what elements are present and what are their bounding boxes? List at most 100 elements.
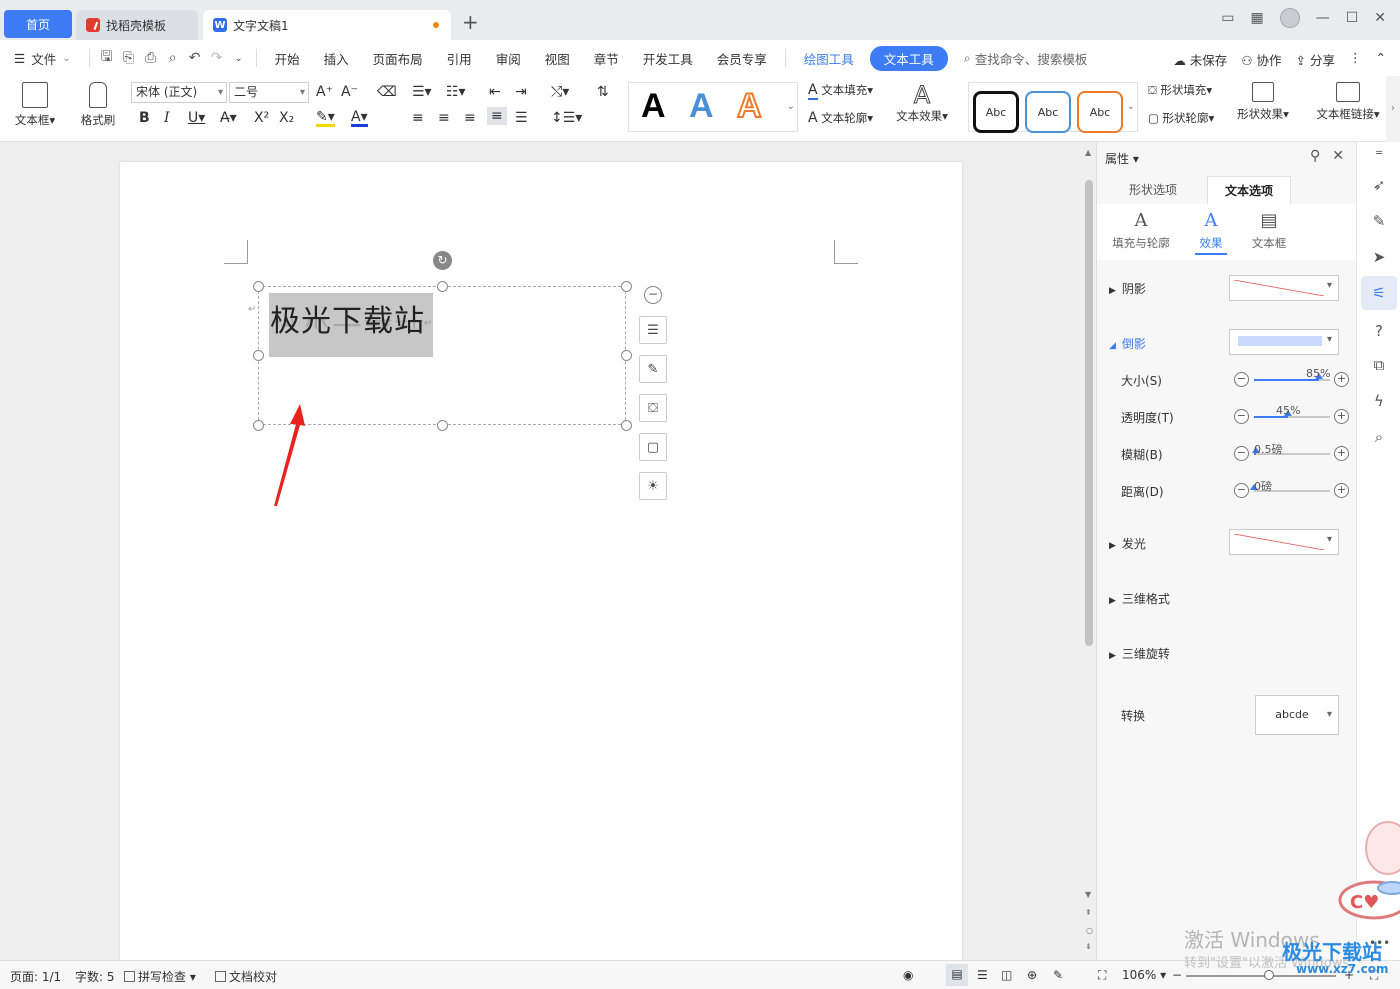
text-effect-button[interactable]: A 文本效果▾ (893, 82, 951, 124)
print-icon[interactable]: ⎙ (140, 50, 162, 66)
shape-outline-button[interactable]: ▢ 形状轮廓▾ (1148, 110, 1214, 126)
resize-handle-nw[interactable] (253, 281, 264, 292)
select-cursor-icon[interactable]: ➤ (1369, 248, 1389, 268)
distribute-icon[interactable]: ☰ (515, 110, 528, 126)
highlight-icon[interactable]: ✎▾ (316, 110, 335, 127)
menu-chapter[interactable]: 章节 (582, 49, 631, 68)
section-3d-rotation[interactable]: ▶ 三维旋转 (1109, 645, 1170, 662)
resize-handle-w[interactable] (253, 350, 264, 361)
zoom-out-button[interactable]: − (1172, 968, 1182, 982)
document-page[interactable] (120, 162, 962, 962)
undo-icon[interactable]: ↶ (184, 50, 206, 66)
subtab-fill-outline[interactable]: A 填充与轮廓 (1109, 210, 1173, 251)
strikethrough-icon[interactable]: A̶▾ (220, 110, 237, 126)
smart-form-icon[interactable]: ⧉ (1369, 356, 1389, 376)
font-name-select[interactable]: 宋体 (正文) (131, 82, 227, 103)
font-color-icon[interactable]: A▾ (351, 110, 368, 127)
more-icon[interactable]: ⋮ (1349, 50, 1362, 69)
collapse-toolbar-icon[interactable]: − (644, 286, 662, 304)
rotate-handle-icon[interactable]: ↻ (433, 251, 452, 270)
bold-icon[interactable]: B (139, 110, 150, 126)
page-indicator[interactable]: 页面: 1/1 (10, 968, 61, 985)
subtab-textbox[interactable]: ▤ 文本框 (1247, 210, 1291, 251)
tab-home[interactable]: 首页 (4, 10, 72, 38)
textbox-link-button[interactable]: 文本框链接▾ (1312, 82, 1384, 122)
menu-review[interactable]: 审阅 (484, 49, 533, 68)
close-icon[interactable]: ✕ (1332, 148, 1344, 164)
size-increase-button[interactable]: + (1334, 372, 1349, 387)
decrease-indent-icon[interactable]: ⇤ (489, 84, 501, 100)
pen-style-icon[interactable]: ✎ (639, 355, 667, 383)
subtab-effect[interactable]: A 效果 (1195, 210, 1227, 255)
grow-font-icon[interactable]: A⁺ (316, 84, 333, 100)
smart-tip-icon[interactable]: ☀ (639, 472, 667, 500)
menu-start[interactable]: 开始 (263, 49, 312, 68)
customize-dropdown-icon[interactable]: ⌄ (228, 53, 250, 64)
textbox-button[interactable]: 文本框▾ (10, 82, 60, 128)
outline-view-icon[interactable]: ☰ (977, 968, 988, 982)
subscript-icon[interactable]: X₂ (279, 110, 294, 126)
wordart-style-orange-outline[interactable]: A (736, 86, 763, 126)
avatar[interactable] (1279, 8, 1300, 28)
size-decrease-button[interactable]: − (1234, 372, 1249, 387)
wordart-more-icon[interactable]: ⌄ (787, 101, 795, 112)
sort-icon[interactable]: ⇅ (597, 84, 609, 100)
resize-handle-se[interactable] (621, 420, 632, 431)
resize-handle-s[interactable] (437, 420, 448, 431)
apps-grid-icon[interactable]: ▦ (1250, 10, 1263, 26)
menu-member[interactable]: 会员专享 (705, 49, 779, 68)
share-button[interactable]: ⇪ 分享 (1296, 50, 1335, 69)
menu-reference[interactable]: 引用 (435, 49, 484, 68)
blur-slider[interactable]: 0.5磅 (1252, 443, 1330, 456)
line-spacing-icon[interactable]: ↕☰▾ (551, 110, 582, 126)
fill-bucket-icon[interactable]: ⛋ (639, 394, 667, 422)
shape-style-black[interactable]: Abc (973, 91, 1019, 133)
zoom-level[interactable]: 106% ▾ (1122, 968, 1166, 982)
ribbon-scroll-right[interactable]: › (1386, 76, 1400, 142)
panel-title[interactable]: 属性 ▾ (1105, 150, 1139, 167)
align-left-icon[interactable]: ≡ (412, 110, 424, 126)
menu-drawing-tools[interactable]: 绘图工具 (792, 49, 866, 68)
text-outline-button[interactable]: A 文本轮廓▾ (808, 110, 873, 126)
doc-proof-button[interactable]: 文档校对 (215, 968, 277, 985)
align-right-icon[interactable]: ≡ (464, 110, 476, 126)
section-glow[interactable]: ▶ 发光 (1109, 535, 1146, 552)
rocket-icon[interactable]: ➶ (1369, 176, 1389, 196)
menu-developer[interactable]: 开发工具 (631, 49, 705, 68)
select-browse-icon[interactable]: ○ (1086, 926, 1093, 935)
size-slider[interactable]: 85% (1254, 367, 1330, 381)
blur-decrease-button[interactable]: − (1234, 446, 1249, 461)
section-reflection[interactable]: ◢ 倒影 (1109, 335, 1146, 352)
wordart-style-blue[interactable]: A (689, 87, 714, 126)
new-tab-button[interactable]: + (462, 12, 479, 32)
bullet-list-icon[interactable]: ☰▾ (412, 84, 432, 100)
spell-check-button[interactable]: 拼写检查 ▾ (124, 968, 196, 985)
distance-decrease-button[interactable]: − (1234, 483, 1249, 498)
glow-preset-select[interactable] (1229, 529, 1339, 555)
reflection-preset-select[interactable] (1229, 329, 1339, 355)
transform-select[interactable]: abcde (1255, 695, 1339, 735)
page-view-icon[interactable]: ▤ (946, 964, 968, 986)
tab-text-options[interactable]: 文本选项 (1207, 176, 1291, 204)
pin-icon[interactable]: ⚲ (1310, 148, 1320, 164)
outline-frame-icon[interactable]: ▢ (639, 433, 667, 461)
align-center-icon[interactable]: ≡ (438, 110, 450, 126)
text-fill-button[interactable]: A 文本填充▾ (808, 82, 873, 100)
wrap-text-icon[interactable]: ☰ (639, 316, 667, 344)
transparency-decrease-button[interactable]: − (1234, 409, 1249, 424)
transparency-slider[interactable]: 45% (1254, 404, 1330, 418)
web-view-icon[interactable]: ⊕ (1027, 968, 1037, 982)
numbered-list-icon[interactable]: ☷▾ (446, 84, 466, 100)
menu-page-layout[interactable]: 页面布局 (361, 49, 435, 68)
resize-handle-e[interactable] (621, 350, 632, 361)
justify-icon[interactable]: ≡ (487, 107, 507, 125)
help-icon[interactable]: ? (1369, 322, 1389, 342)
close-window-button[interactable]: ✕ (1374, 10, 1386, 26)
shape-style-blue[interactable]: Abc (1025, 91, 1071, 133)
menu-text-tools[interactable]: 文本工具 (869, 45, 948, 71)
export-pdf-icon[interactable]: ⎘ (118, 50, 140, 66)
edit-icon[interactable]: ✎ (1369, 212, 1389, 232)
maximize-button[interactable]: ☐ (1346, 10, 1359, 26)
resize-handle-n[interactable] (437, 281, 448, 292)
unsaved-button[interactable]: ☁ 未保存 (1173, 50, 1227, 69)
